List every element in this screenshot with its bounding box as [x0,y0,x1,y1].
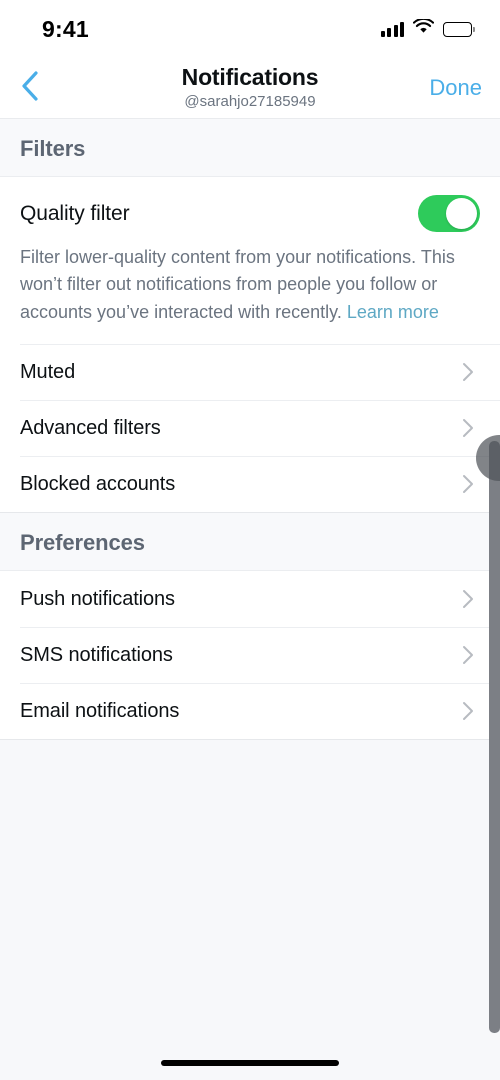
phone-screen: 9:41 Notifications @sarahjo27185949 Done… [0,0,500,1080]
row-advanced-filters[interactable]: Advanced filters [0,400,500,457]
status-bar: 9:41 [0,0,500,58]
row-label: Push notifications [20,587,175,610]
account-handle: @sarahjo27185949 [184,92,316,110]
page-title: Notifications [181,63,319,90]
back-button[interactable] [8,66,52,110]
chevron-right-icon [462,418,474,438]
section-title: Filters [20,136,86,161]
row-label: Quality filter [20,201,130,225]
row-label: Blocked accounts [20,472,176,495]
row-sms-notifications[interactable]: SMS notifications [0,627,500,684]
wifi-icon [412,17,435,39]
section-title: Preferences [20,530,145,556]
row-label: Email notifications [20,699,180,722]
row-label: Advanced filters [20,416,161,439]
home-indicator[interactable] [161,1060,339,1066]
navigation-bar: Notifications @sarahjo27185949 Done [0,58,500,119]
toggle-knob [446,198,477,229]
section-header-filters: Filters [0,119,500,177]
quality-filter-toggle[interactable] [418,195,480,232]
filters-list: Quality filter Filter lower-quality cont… [0,177,500,514]
empty-area [0,740,500,1080]
row-quality-filter[interactable]: Quality filter [0,177,500,232]
description-text: Filter lower-quality content from your n… [20,244,456,326]
status-bar-time: 9:41 [42,15,89,42]
chevron-left-icon [20,70,40,107]
done-button[interactable]: Done [429,75,482,101]
row-muted[interactable]: Muted [0,344,500,401]
row-blocked-accounts[interactable]: Blocked accounts [0,456,500,513]
chevron-right-icon [462,474,474,494]
chevron-right-icon [462,589,474,609]
chevron-right-icon [462,701,474,721]
section-header-preferences: Preferences [0,513,500,572]
row-push-notifications[interactable]: Push notifications [0,571,500,628]
status-bar-icons [380,17,475,39]
vertical-scrollbar[interactable] [489,441,500,1033]
learn-more-link[interactable]: Learn more [347,302,439,322]
quality-filter-description: Filter lower-quality content from your n… [0,232,500,345]
row-label: Muted [20,360,76,383]
battery-full-icon [443,21,475,37]
row-label: SMS notifications [20,643,173,666]
nav-title-group: Notifications @sarahjo27185949 [0,63,500,111]
chevron-right-icon [462,645,474,665]
signal-bars-icon [380,21,404,37]
preferences-list: Push notifications SMS notifications Ema… [0,571,500,741]
chevron-right-icon [462,362,474,382]
row-email-notifications[interactable]: Email notifications [0,683,500,740]
